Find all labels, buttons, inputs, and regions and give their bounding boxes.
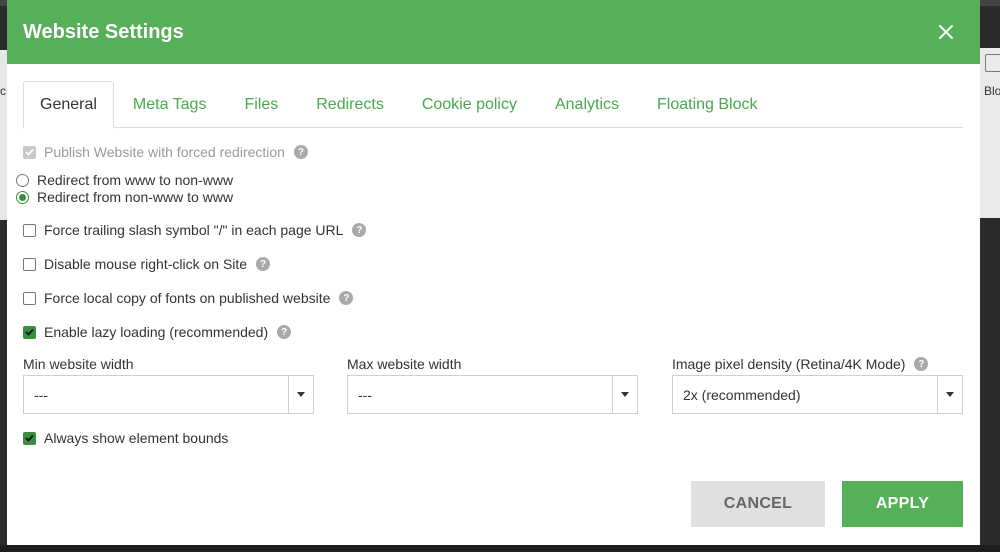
- redirect-non-www-to-www-radio[interactable]: [16, 190, 29, 204]
- min-width-label: Min website width: [23, 356, 134, 372]
- background-right-icon: [985, 54, 1000, 72]
- help-icon[interactable]: ?: [339, 291, 354, 305]
- redirect-www-to-non-www-radio[interactable]: [16, 173, 29, 187]
- lazy-loading-option[interactable]: Enable lazy loading (recommended) ?: [23, 323, 292, 341]
- pixel-density-label: Image pixel density (Retina/4K Mode): [672, 356, 906, 372]
- tab-files[interactable]: Files: [225, 81, 297, 128]
- apply-button[interactable]: APPLY: [842, 481, 963, 527]
- background-right-text: Blo: [984, 84, 1000, 98]
- help-icon[interactable]: ?: [914, 357, 929, 371]
- disable-right-click-checkbox[interactable]: [23, 257, 36, 271]
- checkmark-icon: [25, 328, 34, 336]
- tab-floating-block[interactable]: Floating Block: [638, 81, 777, 128]
- help-icon[interactable]: ?: [352, 223, 367, 237]
- publish-forced-redirection-option: Publish Website with forced redirection …: [23, 143, 308, 161]
- trailing-slash-option[interactable]: Force trailing slash symbol "/" in each …: [23, 221, 367, 239]
- checkmark-icon: [25, 434, 34, 442]
- publish-forced-redirection-label: Publish Website with forced redirection: [44, 144, 285, 160]
- redirect-www-to-non-www-option[interactable]: Redirect from www to non-www: [16, 171, 234, 189]
- help-icon[interactable]: ?: [277, 325, 292, 339]
- pixel-density-label-row: Image pixel density (Retina/4K Mode) ?: [672, 355, 929, 373]
- website-settings-modal: Website Settings General Meta Tags Files…: [7, 0, 980, 545]
- trailing-slash-label: Force trailing slash symbol "/" in each …: [44, 222, 344, 238]
- cancel-button[interactable]: CANCEL: [691, 481, 825, 527]
- modal-title: Website Settings: [23, 20, 184, 43]
- trailing-slash-checkbox[interactable]: [23, 223, 36, 237]
- lazy-loading-label: Enable lazy loading (recommended): [44, 324, 269, 340]
- background-left-text: c: [0, 84, 6, 98]
- tab-analytics[interactable]: Analytics: [536, 81, 638, 128]
- disable-right-click-label: Disable mouse right-click on Site: [44, 256, 248, 272]
- max-width-value: ---: [358, 386, 372, 403]
- tab-general[interactable]: General: [23, 81, 114, 129]
- close-button[interactable]: [934, 20, 958, 44]
- chevron-down-icon[interactable]: [288, 376, 313, 413]
- close-icon: [939, 25, 953, 39]
- tab-redirects[interactable]: Redirects: [297, 81, 403, 128]
- local-fonts-label: Force local copy of fonts on published w…: [44, 290, 331, 306]
- disable-right-click-option[interactable]: Disable mouse right-click on Site ?: [23, 255, 271, 273]
- max-width-select[interactable]: ---: [347, 375, 638, 414]
- element-bounds-label: Always show element bounds: [44, 430, 229, 446]
- local-fonts-option[interactable]: Force local copy of fonts on published w…: [23, 289, 354, 307]
- background-bottom: [0, 545, 1000, 552]
- element-bounds-option[interactable]: Always show element bounds: [23, 429, 228, 447]
- element-bounds-checkbox[interactable]: [23, 431, 36, 445]
- tab-cookie-policy[interactable]: Cookie policy: [403, 81, 536, 128]
- redirect-non-www-to-www-label: Redirect from non-www to www: [37, 189, 234, 205]
- chevron-down-icon[interactable]: [937, 376, 962, 413]
- help-icon[interactable]: ?: [293, 145, 308, 159]
- publish-forced-redirection-checkbox: [23, 145, 36, 159]
- background-right-panel: Blo: [980, 48, 1000, 218]
- redirect-www-to-non-www-label: Redirect from www to non-www: [37, 172, 234, 188]
- checkmark-icon: [25, 148, 34, 156]
- min-width-select[interactable]: ---: [23, 375, 314, 414]
- tab-meta-tags[interactable]: Meta Tags: [114, 81, 226, 128]
- redirect-non-www-to-www-option[interactable]: Redirect from non-www to www: [16, 188, 234, 206]
- chevron-down-icon[interactable]: [612, 376, 637, 413]
- help-icon[interactable]: ?: [256, 257, 271, 271]
- lazy-loading-checkbox[interactable]: [23, 325, 36, 339]
- max-width-label: Max website width: [347, 356, 462, 372]
- pixel-density-value: 2x (recommended): [683, 386, 801, 403]
- settings-tabs: General Meta Tags Files Redirects Cookie…: [23, 81, 963, 129]
- local-fonts-checkbox[interactable]: [23, 291, 36, 305]
- pixel-density-select[interactable]: 2x (recommended): [672, 375, 963, 414]
- modal-header: Website Settings: [7, 0, 980, 64]
- min-width-value: ---: [34, 386, 48, 403]
